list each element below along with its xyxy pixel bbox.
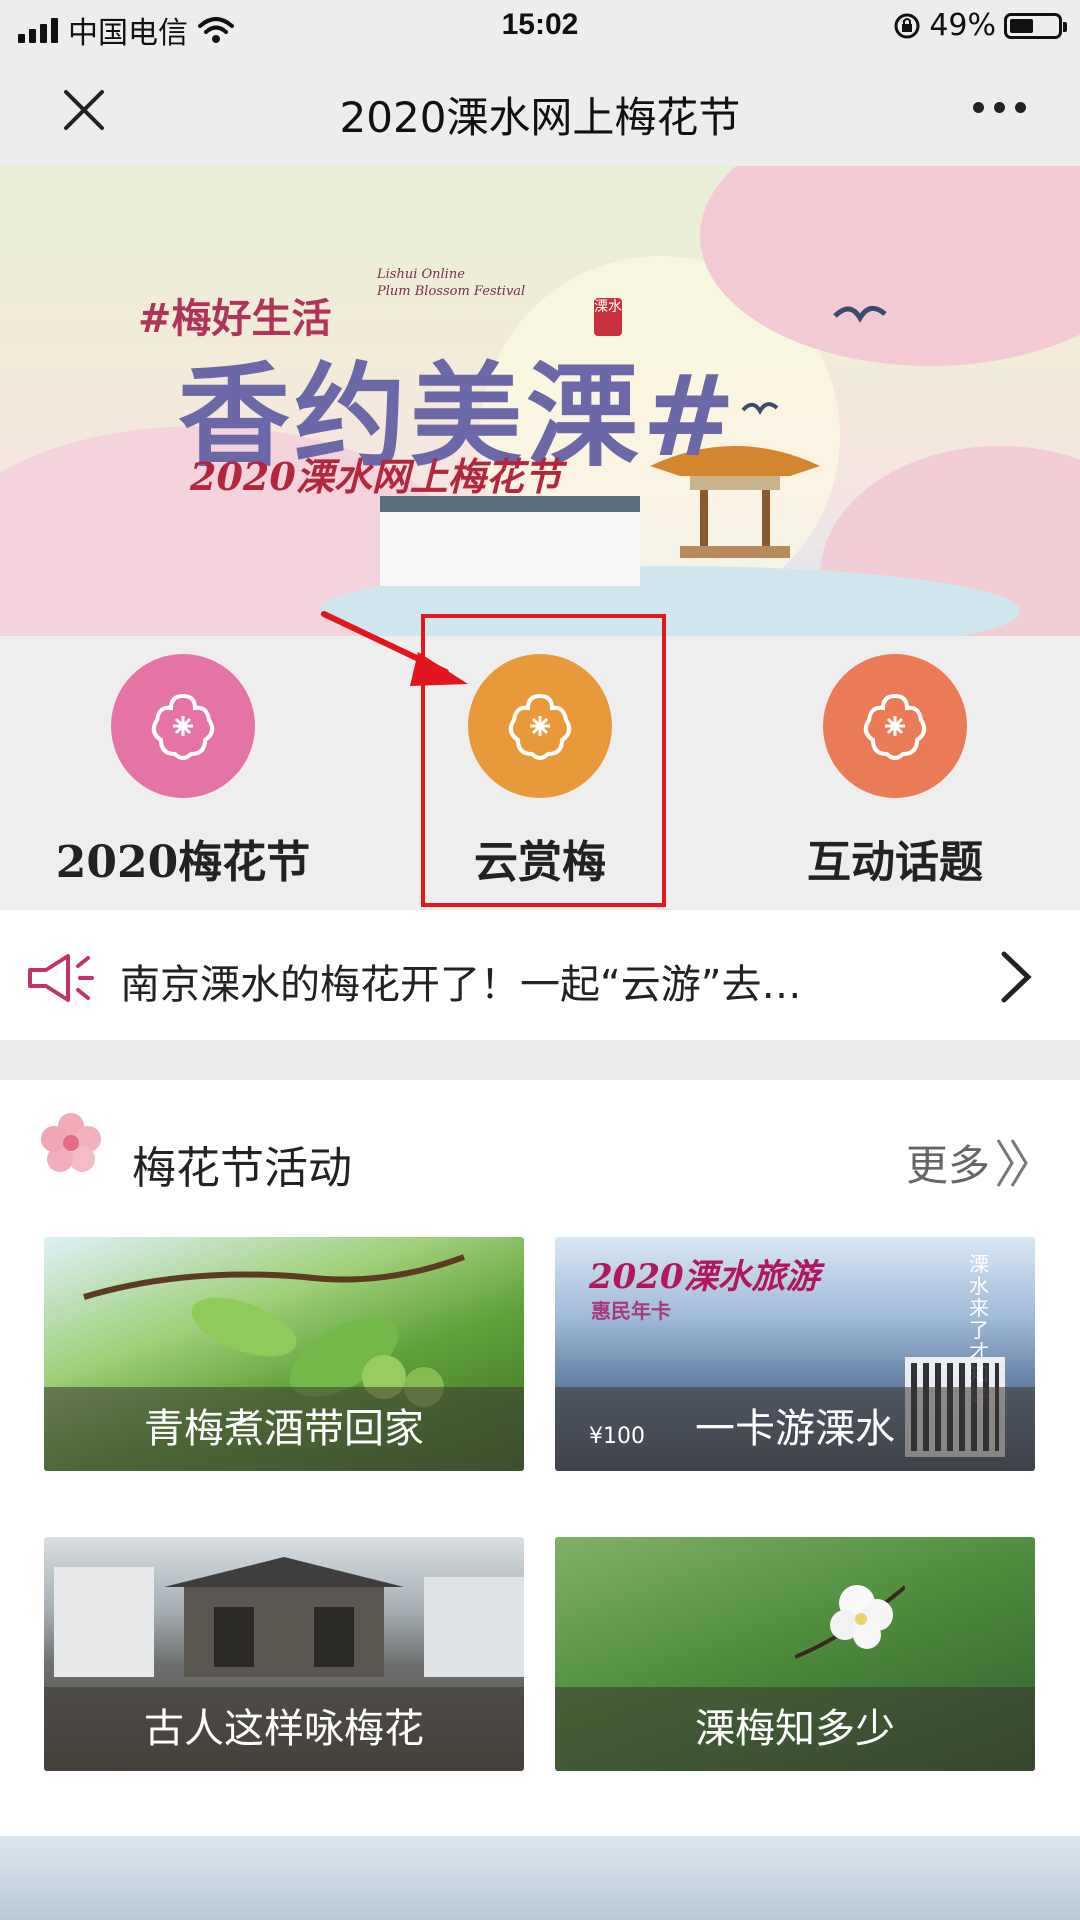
section-title: 梅花节活动 bbox=[132, 1143, 352, 1194]
rotation-lock-icon bbox=[894, 13, 920, 38]
banner-subtitle: 2020溧水网上梅花节 bbox=[190, 454, 562, 499]
double-chevron-icon bbox=[996, 1138, 1028, 1187]
nav-bar: 2020溧水网上梅花节 bbox=[0, 54, 1080, 166]
banner-english: Lishui Online Plum Blossom Festival bbox=[377, 266, 525, 300]
card-title: 2020溧水旅游 bbox=[589, 1257, 820, 1297]
page-title: 2020溧水网上梅花节 bbox=[339, 93, 741, 142]
banner-english-line2: Plum Blossom Festival bbox=[377, 284, 526, 299]
bird-icon bbox=[741, 402, 779, 415]
plum-flower-icon bbox=[41, 1113, 101, 1172]
card-caption: 溧梅知多少 bbox=[555, 1687, 1035, 1771]
plum-blossom-icon bbox=[111, 654, 255, 798]
banner-houses bbox=[380, 496, 640, 586]
notice-text: 南京溧水的梅花开了！一起“云游”去… bbox=[120, 962, 802, 1008]
card-caption: 青梅煮酒带回家 bbox=[44, 1387, 524, 1471]
activity-card[interactable]: 溧梅知多少 bbox=[555, 1537, 1035, 1771]
banner-english-line1: Lishui Online bbox=[377, 267, 465, 282]
quick-link-festival[interactable]: 2020梅花节 bbox=[33, 636, 333, 910]
card-subtitle: 惠民年卡 bbox=[591, 1299, 671, 1323]
pointer-arrow-icon bbox=[321, 611, 468, 686]
activity-card[interactable]: 青梅煮酒带回家 bbox=[44, 1237, 524, 1471]
chevron-right-icon bbox=[1001, 951, 1032, 1003]
more-link[interactable]: 更多 bbox=[906, 1132, 1032, 1193]
plum-blossom-photo bbox=[795, 1585, 905, 1659]
more-label: 更多 bbox=[905, 1141, 990, 1190]
festival-banner[interactable]: #梅好生活 Lishui Online Plum Blossom Festiva… bbox=[0, 166, 1080, 636]
quick-link-label: 互动话题 bbox=[807, 837, 983, 888]
card-caption: 古人这样咏梅花 bbox=[44, 1687, 524, 1771]
activity-card[interactable]: 2020溧水旅游 惠民年卡 溧水来了才知好 ¥100 一卡游溧水 bbox=[555, 1237, 1035, 1471]
quick-link-topics[interactable]: 互动话题 bbox=[745, 636, 1045, 910]
plum-blossom-icon bbox=[823, 654, 967, 798]
battery-fill bbox=[1010, 18, 1033, 33]
bottom-banner-image[interactable] bbox=[0, 1836, 1080, 1920]
app-screen: 中国电信 15:02 49% 2020溧水网上梅花节 #梅好生活 Lishui … bbox=[0, 0, 1080, 1920]
activities-section: 梅花节活动 更多 青梅煮酒带回家 2020溧水旅游 惠民年卡 溧水来了才知好 ¥… bbox=[0, 1080, 1080, 1840]
notice-bar[interactable]: 南京溧水的梅花开了！一起“云游”去… bbox=[0, 910, 1080, 1040]
more-icon[interactable] bbox=[973, 102, 1026, 113]
battery-percent: 49% bbox=[929, 8, 996, 43]
speaker-icon bbox=[28, 954, 94, 1002]
activity-card[interactable]: 古人这样咏梅花 bbox=[44, 1537, 524, 1771]
card-price: ¥100 bbox=[589, 1424, 645, 1449]
status-bar: 中国电信 15:02 49% bbox=[0, 0, 1080, 54]
battery-icon bbox=[1004, 12, 1067, 39]
status-right: 49% bbox=[893, 8, 1067, 43]
bird-icon bbox=[833, 305, 887, 323]
quick-link-label: 2020梅花节 bbox=[55, 837, 311, 888]
